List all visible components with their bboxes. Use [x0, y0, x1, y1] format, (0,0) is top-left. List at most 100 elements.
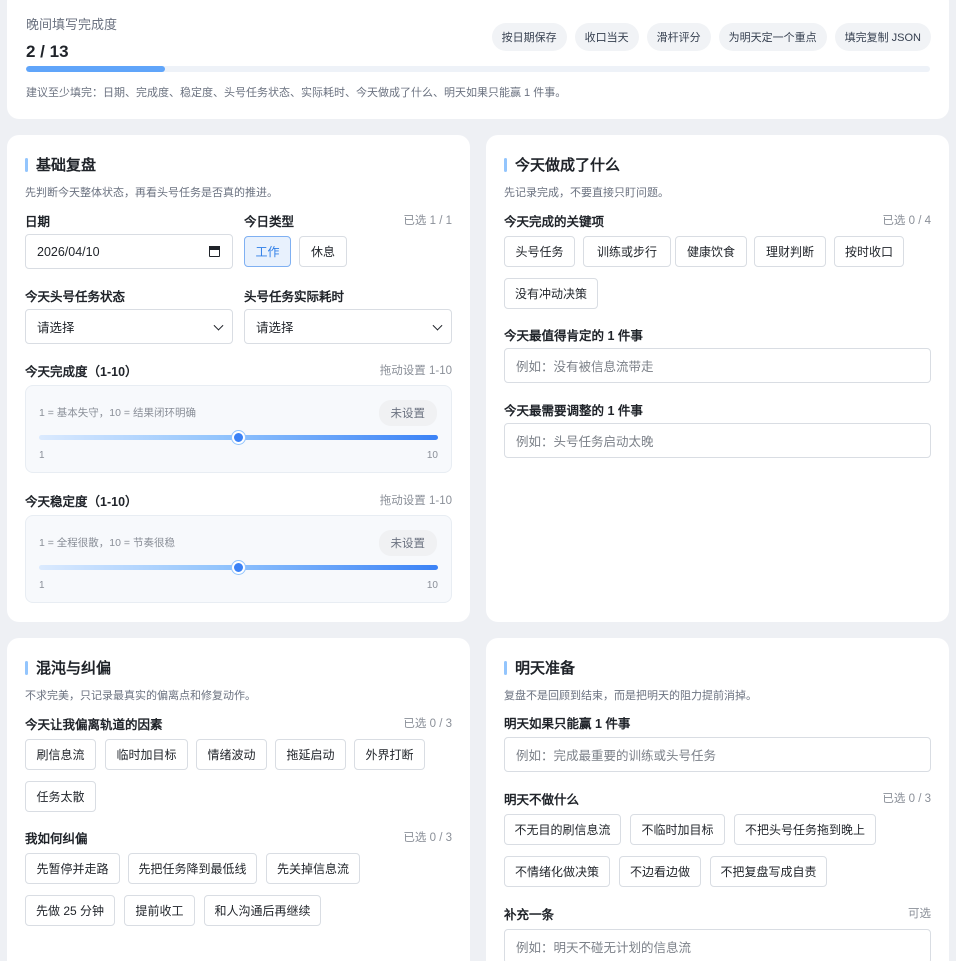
chaos-card: 混沌与纠偏 不求完美，只记录最真实的偏离点和修复动作。 今天让我偏离轨道的因素 … — [7, 638, 470, 961]
progress-bar — [26, 66, 930, 72]
dont-label: 明天不做什么 — [504, 793, 580, 807]
dont-option[interactable]: 不把复盘写成自责 — [710, 856, 827, 887]
stability-min-label: 1 — [39, 580, 45, 591]
adjust-thing-placeholder: 例如：头号任务启动太晚 — [516, 435, 654, 449]
key-item-option[interactable]: 头号任务 — [504, 236, 575, 267]
dont-option[interactable]: 不临时加目标 — [630, 814, 725, 845]
stability-max-label: 10 — [426, 580, 438, 591]
basic-subtitle: 先判断今天整体状态，再看头号任务是否真的推进。 — [25, 187, 278, 199]
key-items-label: 今天完成的关键项 — [504, 215, 605, 229]
extra-placeholder: 例如：明天不碰无计划的信息流 — [516, 941, 692, 955]
task-time-select[interactable]: 请选择 — [244, 309, 452, 344]
fix-option[interactable]: 先把任务降到最低线 — [128, 853, 257, 884]
stability-status-badge: 未设置 — [378, 530, 437, 556]
best-thing-input[interactable]: 例如：没有被信息流带走 — [504, 348, 931, 383]
fix-label: 我如何纠偏 — [25, 832, 88, 846]
section-accent-bar — [25, 660, 28, 675]
factors-count: 已选 0 / 3 — [403, 718, 452, 730]
task-time-label: 头号任务实际耗时 — [244, 290, 345, 304]
dont-option[interactable]: 不情绪化做决策 — [504, 856, 610, 887]
tomorrow-title: 明天准备 — [515, 660, 576, 677]
daytype-label: 今日类型 — [244, 215, 295, 229]
date-value: 2026/04/10 — [37, 244, 100, 259]
fix-option[interactable]: 提前收工 — [124, 895, 195, 926]
fix-option[interactable]: 先做 25 分钟 — [25, 895, 115, 926]
completion-max-label: 10 — [426, 450, 438, 461]
feature-chip: 按日期保存 — [491, 23, 567, 51]
basic-title: 基础复盘 — [36, 157, 97, 174]
progress-card: 晚间填写完成度 2 / 13 按日期保存 收口当天 滑杆评分 为明天定一个重点 … — [7, 0, 949, 119]
key-item-option[interactable]: 理财判断 — [754, 236, 826, 267]
daytype-option-rest[interactable]: 休息 — [299, 236, 347, 267]
chevron-down-icon — [213, 320, 224, 331]
section-title: 基础复盘 — [25, 154, 452, 175]
task-status-select[interactable]: 请选择 — [25, 309, 233, 344]
win-label: 明天如果只能赢 1 件事 — [504, 717, 631, 731]
factors-label: 今天让我偏离轨道的因素 — [25, 718, 163, 732]
progress-hint: 建议至少填完：日期、完成度、稳定度、头号任务状态、实际耗时、今天做成了什么、明天… — [26, 87, 567, 99]
win-placeholder: 例如：完成最重要的训练或头号任务 — [516, 749, 717, 763]
extra-label: 补充一条 — [504, 908, 555, 922]
progress-bar-fill — [26, 66, 166, 72]
factor-option[interactable]: 临时加目标 — [105, 739, 188, 770]
key-item-option[interactable]: 没有冲动决策 — [504, 278, 598, 309]
fix-option[interactable]: 先暂停并走路 — [25, 853, 120, 884]
key-item-option[interactable]: 训练或步行 — [583, 236, 671, 267]
date-label: 日期 — [25, 215, 51, 229]
completion-desc: 1 = 基本失守，10 = 结果闭环明确 — [39, 407, 196, 419]
dont-option[interactable]: 不无目的刷信息流 — [504, 814, 621, 845]
date-input[interactable]: 2026/04/10 — [25, 234, 233, 269]
section-title: 混沌与纠偏 — [25, 657, 452, 678]
task-status-label: 今天头号任务状态 — [25, 290, 126, 304]
chevron-down-icon — [432, 320, 443, 331]
factor-option[interactable]: 情绪波动 — [196, 739, 267, 770]
feature-chip: 为明天定一个重点 — [718, 23, 827, 51]
done-title: 今天做成了什么 — [515, 157, 621, 174]
best-thing-placeholder: 例如：没有被信息流带走 — [516, 360, 654, 374]
section-title: 明天准备 — [504, 657, 931, 678]
factor-option[interactable]: 拖延启动 — [275, 739, 346, 770]
completion-hint: 拖动设置 1-10 — [379, 365, 452, 377]
calendar-icon[interactable] — [209, 246, 220, 257]
best-thing-label: 今天最值得肯定的 1 件事 — [504, 329, 643, 343]
key-item-option[interactable]: 按时收口 — [834, 236, 904, 267]
tomorrow-subtitle: 复盘不是回顾到结束，而是把明天的阻力提前消掉。 — [504, 690, 757, 702]
basic-review-card: 基础复盘 先判断今天整体状态，再看头号任务是否真的推进。 日期 2026/04/… — [7, 135, 470, 622]
chaos-subtitle: 不求完美，只记录最真实的偏离点和修复动作。 — [25, 690, 256, 702]
completion-min-label: 1 — [39, 450, 45, 461]
extra-optional-tag: 可选 — [908, 908, 931, 920]
chaos-title: 混沌与纠偏 — [36, 660, 112, 677]
stability-label: 今天稳定度（1-10） — [25, 495, 138, 509]
completion-slider-box: 1 = 基本失守，10 = 结果闭环明确 未设置 1 10 — [25, 385, 452, 473]
completion-slider-handle[interactable] — [232, 431, 245, 444]
dont-option[interactable]: 不边看边做 — [619, 856, 701, 887]
completion-status-badge: 未设置 — [378, 400, 437, 426]
dont-option[interactable]: 不把头号任务拖到晚上 — [734, 814, 876, 845]
feature-chip: 收口当天 — [574, 23, 639, 51]
feature-chip: 填完复制 JSON — [834, 23, 931, 51]
daytype-option-work[interactable]: 工作 — [244, 236, 291, 267]
section-accent-bar — [25, 157, 28, 172]
factor-option[interactable]: 任务太散 — [25, 781, 96, 812]
extra-input[interactable]: 例如：明天不碰无计划的信息流 — [504, 929, 931, 961]
stability-hint: 拖动设置 1-10 — [379, 495, 452, 507]
adjust-thing-label: 今天最需要调整的 1 件事 — [504, 404, 643, 418]
done-card: 今天做成了什么 先记录完成，不要直接只盯问题。 今天完成的关键项 已选 0 / … — [486, 135, 949, 622]
adjust-thing-input[interactable]: 例如：头号任务启动太晚 — [504, 423, 931, 458]
win-input[interactable]: 例如：完成最重要的训练或头号任务 — [504, 737, 931, 772]
stability-slider-box: 1 = 全程很散，10 = 节奏很稳 未设置 1 10 — [25, 515, 452, 603]
factor-option[interactable]: 刷信息流 — [25, 739, 96, 770]
stability-desc: 1 = 全程很散，10 = 节奏很稳 — [39, 537, 175, 549]
task-time-value: 请选择 — [256, 321, 294, 335]
fix-option[interactable]: 和人沟通后再继续 — [204, 895, 321, 926]
daytype-count: 已选 1 / 1 — [403, 215, 452, 227]
feature-chip-list: 按日期保存 收口当天 滑杆评分 为明天定一个重点 填完复制 JSON — [491, 23, 931, 51]
section-title: 今天做成了什么 — [504, 154, 931, 175]
section-accent-bar — [504, 157, 507, 172]
stability-slider-handle[interactable] — [232, 561, 245, 574]
key-item-option[interactable]: 健康饮食 — [675, 236, 747, 267]
dont-count: 已选 0 / 3 — [882, 793, 931, 805]
completion-label: 今天完成度（1-10） — [25, 365, 138, 379]
fix-option[interactable]: 先关掉信息流 — [266, 853, 360, 884]
factor-option[interactable]: 外界打断 — [354, 739, 425, 770]
